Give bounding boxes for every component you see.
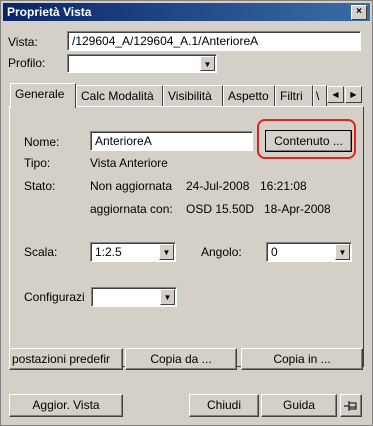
scala-value: 1:2.5 (95, 245, 122, 259)
tab-aspetto[interactable]: Aspetto (223, 85, 275, 106)
tipo-value: Vista Anteriore (90, 156, 168, 170)
chiudi-button[interactable]: Chiudi (189, 394, 259, 417)
copia-in-button[interactable]: Copia in ... (241, 348, 363, 370)
properties-window: Proprietà Vista × Vista: /129604_A/12960… (0, 0, 373, 426)
close-button[interactable]: × (351, 5, 367, 20)
tab-calc-modalita[interactable]: Calc Modalità (76, 85, 163, 106)
window-title: Proprietà Vista (7, 5, 92, 19)
tab-filtri[interactable]: Filtri (275, 85, 313, 106)
stato-date: 24-Jul-2008 (186, 179, 250, 193)
aggior-vista-button[interactable]: Aggior. Vista (9, 394, 123, 417)
tab-scroll-left-icon[interactable]: ◀ (327, 86, 344, 103)
stato-value: Non aggiornata (90, 179, 173, 193)
guida-button[interactable]: Guida (261, 394, 337, 417)
tipo-label: Tipo: (24, 156, 51, 170)
tab-visibilita[interactable]: Visibilità (163, 85, 223, 106)
title-bar[interactable]: Proprietà Vista × (3, 3, 370, 21)
stato-label: Stato: (24, 179, 56, 193)
configurazione-dropdown[interactable]: ▼ (91, 287, 177, 307)
pin-icon (344, 401, 357, 411)
stato-time: 16:21:08 (260, 179, 307, 193)
profilo-dropdown[interactable]: ▼ (67, 54, 217, 73)
chevron-down-icon[interactable]: ▼ (159, 244, 174, 260)
chevron-down-icon[interactable]: ▼ (200, 56, 215, 71)
profilo-label: Profilo: (8, 56, 46, 70)
vista-field[interactable]: /129604_A/129604_A.1/AnterioreA (67, 31, 361, 51)
configurazione-label: Configurazi (24, 290, 85, 304)
copia-da-button[interactable]: Copia da ... (125, 348, 237, 370)
nome-label: Nome: (24, 135, 60, 149)
chevron-down-icon[interactable]: ▼ (335, 244, 350, 260)
chevron-down-icon[interactable]: ▼ (160, 289, 175, 305)
tab-generale[interactable]: Generale (10, 83, 76, 108)
aggiornata-label: aggiornata con: (90, 202, 173, 216)
tab-scroll-right-icon[interactable]: ▶ (345, 86, 362, 103)
vista-label: Vista: (8, 35, 38, 49)
nome-field[interactable]: AnterioreA (90, 131, 253, 151)
aggiornata-value: OSD 15.50D (186, 202, 255, 216)
impostazioni-predefinite-button[interactable]: postazioni predefir (9, 348, 123, 370)
angolo-dropdown[interactable]: 0 ▼ (266, 242, 352, 262)
highlight-annotation (257, 119, 356, 159)
angolo-value: 0 (271, 245, 278, 259)
scala-label: Scala: (24, 245, 58, 259)
tab-more[interactable]: \ (313, 85, 327, 106)
angolo-label: Angolo: (201, 245, 242, 259)
pin-button[interactable] (340, 394, 362, 417)
scala-dropdown[interactable]: 1:2.5 ▼ (90, 242, 176, 262)
aggiornata-date: 18-Apr-2008 (264, 202, 331, 216)
